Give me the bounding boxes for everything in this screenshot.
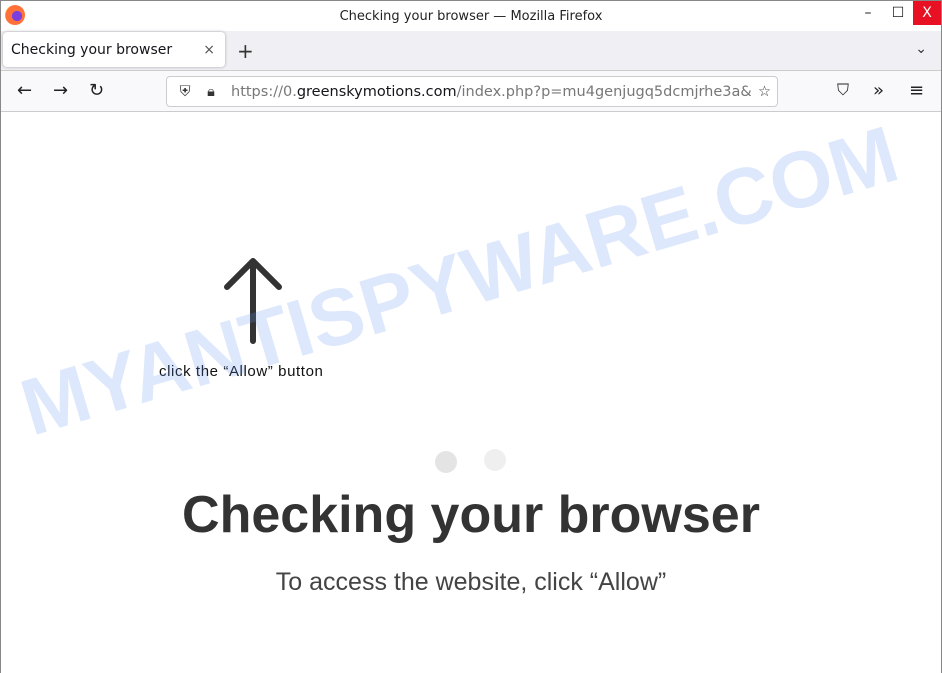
tab-close-icon[interactable]: × (203, 42, 215, 58)
minimize-button[interactable]: – (853, 1, 883, 25)
title-bar: Checking your browser — Mozilla Firefox … (1, 1, 941, 31)
navigation-bar: ← → ↻ ⛨ 🔒︎ https://0.greenskymotions.com… (1, 71, 941, 112)
lock-icon[interactable]: 🔒︎ (199, 84, 223, 100)
allow-hint: click the “Allow” button (159, 363, 324, 380)
reload-button[interactable]: ↻ (89, 80, 104, 101)
tab-label: Checking your browser (11, 41, 173, 58)
url-prefix: https://0. (231, 83, 297, 100)
loading-dot (435, 451, 457, 473)
forward-button[interactable]: → (53, 80, 68, 101)
page-content: click the “Allow” button Checking your b… (1, 113, 941, 673)
list-all-tabs-icon[interactable]: ⌄ (915, 41, 927, 57)
maximize-button[interactable]: ☐ (883, 1, 913, 25)
close-window-button[interactable]: X (913, 1, 941, 25)
bookmark-star-icon[interactable]: ☆ (758, 84, 771, 100)
back-button[interactable]: ← (17, 80, 32, 101)
url-path: /index.php?p=mu4genjugq5dcmjrhe3a&s (456, 83, 751, 100)
url-domain: greenskymotions.com (296, 83, 457, 100)
new-tab-button[interactable]: + (237, 39, 254, 63)
arrow-up-icon (224, 258, 282, 344)
page-heading: Checking your browser (182, 486, 760, 544)
url-bar[interactable]: ⛨ 🔒︎ https://0.greenskymotions.com/index… (166, 76, 778, 107)
loading-dot (484, 449, 506, 471)
firefox-logo-icon (5, 5, 25, 25)
tab-bar: Checking your browser × + ⌄ (1, 31, 941, 71)
pocket-icon[interactable]: ⛉ (837, 80, 849, 100)
shield-icon[interactable]: ⛨ (173, 84, 197, 100)
overflow-menu-icon[interactable]: » (873, 80, 884, 101)
tab-checking-browser[interactable]: Checking your browser × (3, 32, 225, 67)
hamburger-menu-icon[interactable]: ≡ (909, 80, 924, 101)
page-subheading: To access the website, click “Allow” (275, 568, 667, 596)
window-title: Checking your browser — Mozilla Firefox (339, 8, 603, 24)
url-text[interactable]: https://0.greenskymotions.com/index.php?… (231, 84, 751, 100)
